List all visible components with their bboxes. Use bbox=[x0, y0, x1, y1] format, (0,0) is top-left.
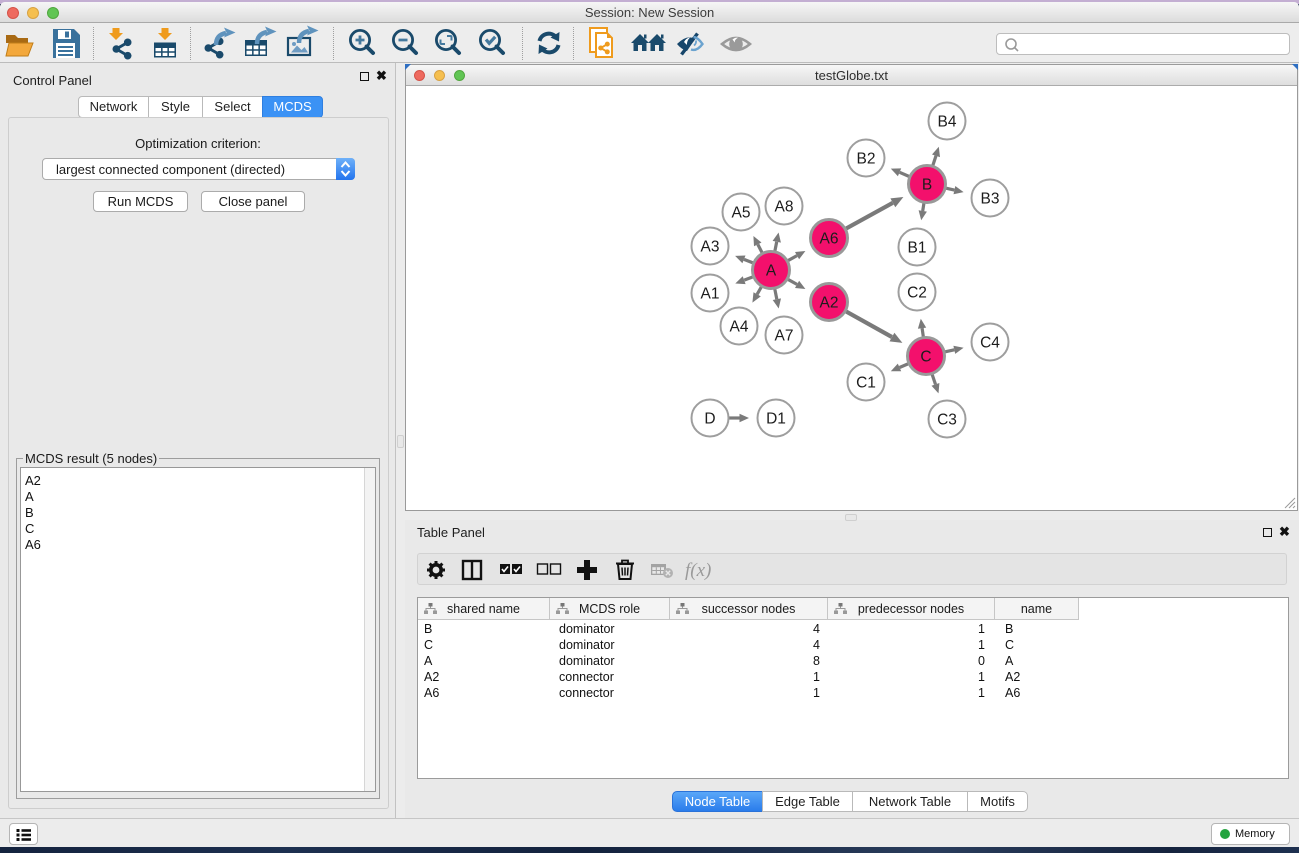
svg-text:B1: B1 bbox=[908, 240, 927, 257]
svg-text:A: A bbox=[766, 263, 777, 280]
svg-text:B: B bbox=[922, 177, 932, 194]
svg-text:C1: C1 bbox=[856, 375, 876, 392]
svg-text:A7: A7 bbox=[775, 328, 794, 345]
svg-text:A4: A4 bbox=[730, 319, 749, 336]
svg-text:A1: A1 bbox=[701, 286, 720, 303]
svg-text:B3: B3 bbox=[981, 191, 1000, 208]
svg-text:B2: B2 bbox=[857, 151, 876, 168]
svg-text:A8: A8 bbox=[775, 199, 794, 216]
svg-text:C2: C2 bbox=[907, 285, 927, 302]
svg-text:A6: A6 bbox=[820, 231, 839, 248]
svg-text:A2: A2 bbox=[820, 295, 839, 312]
svg-text:D1: D1 bbox=[766, 411, 786, 428]
svg-text:f(x): f(x) bbox=[685, 560, 711, 581]
svg-text:C: C bbox=[920, 349, 931, 366]
svg-text:B4: B4 bbox=[938, 114, 957, 131]
svg-text:C4: C4 bbox=[980, 335, 1000, 352]
svg-text:A3: A3 bbox=[701, 239, 720, 256]
svg-text:C3: C3 bbox=[937, 412, 957, 429]
svg-text:D: D bbox=[704, 411, 715, 428]
svg-text:A5: A5 bbox=[732, 205, 751, 222]
